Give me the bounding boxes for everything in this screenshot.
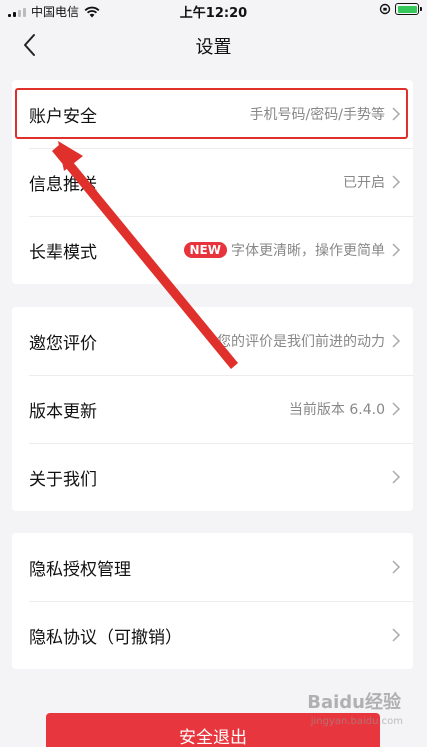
status-right bbox=[379, 3, 422, 15]
battery-icon bbox=[395, 3, 422, 15]
row-value-text: 字体更清晰，操作更简单 bbox=[231, 243, 385, 259]
clock: 上午12:20 bbox=[179, 6, 248, 21]
row-label: 信息推送 bbox=[29, 174, 97, 195]
battery-fill bbox=[397, 5, 417, 13]
row-elder-mode[interactable]: 长辈模式 NEW 字体更清晰，操作更简单 bbox=[12, 216, 413, 284]
row-privacy-agreement[interactable]: 隐私协议（可撤销） bbox=[12, 601, 413, 669]
row-value: NEW 字体更清晰，操作更简单 bbox=[183, 240, 401, 260]
row-label: 隐私授权管理 bbox=[29, 559, 131, 580]
row-push-notifications[interactable]: 信息推送 已开启 bbox=[12, 148, 413, 216]
chevron-right-icon bbox=[392, 560, 401, 574]
row-value: 当前版本 6.4.0 bbox=[289, 399, 401, 419]
row-label: 关于我们 bbox=[29, 469, 97, 490]
row-about-us[interactable]: 关于我们 bbox=[12, 443, 413, 511]
chevron-right-icon bbox=[392, 402, 401, 416]
row-privacy-authorization[interactable]: 隐私授权管理 bbox=[12, 533, 413, 601]
row-version-update[interactable]: 版本更新 当前版本 6.4.0 bbox=[12, 375, 413, 443]
row-value-text: 已开启 bbox=[343, 175, 385, 191]
settings-group-privacy: 隐私授权管理 隐私协议（可撤销） bbox=[12, 533, 413, 669]
watermark-url: jingyan.baidu.com bbox=[310, 716, 403, 727]
status-bar: 中国电信 上午12:20 bbox=[0, 0, 427, 21]
chevron-right-icon bbox=[392, 470, 401, 484]
chevron-right-icon bbox=[392, 334, 401, 348]
chevron-right-icon bbox=[392, 243, 401, 257]
row-label: 长辈模式 bbox=[29, 242, 97, 263]
new-badge: NEW bbox=[183, 242, 227, 258]
row-value bbox=[385, 628, 401, 642]
row-rate-us[interactable]: 邀您评价 您的评价是我们前进的动力 bbox=[12, 307, 413, 375]
row-label: 隐私协议（可撤销） bbox=[29, 627, 182, 648]
row-value bbox=[385, 560, 401, 574]
page-title: 设置 bbox=[195, 37, 232, 58]
chevron-right-icon bbox=[392, 175, 401, 189]
settings-group-about: 邀您评价 您的评价是我们前进的动力 版本更新 当前版本 6.4.0 关于我们 bbox=[12, 307, 413, 511]
chevron-right-icon bbox=[392, 628, 401, 642]
row-value bbox=[385, 470, 401, 484]
rotation-lock-icon bbox=[379, 3, 391, 15]
row-label: 版本更新 bbox=[29, 401, 97, 422]
row-label: 邀您评价 bbox=[29, 333, 97, 354]
row-value-text: 当前版本 6.4.0 bbox=[288, 402, 385, 418]
row-value: 已开启 bbox=[343, 172, 401, 192]
nav-bar: 设置 bbox=[0, 24, 427, 66]
row-value-text: 您的评价是我们前进的动力 bbox=[217, 334, 385, 350]
watermark-logo: Baidu经验 bbox=[307, 692, 401, 713]
row-value: 您的评价是我们前进的动力 bbox=[217, 331, 401, 351]
annotation-highlight-box bbox=[15, 88, 408, 139]
